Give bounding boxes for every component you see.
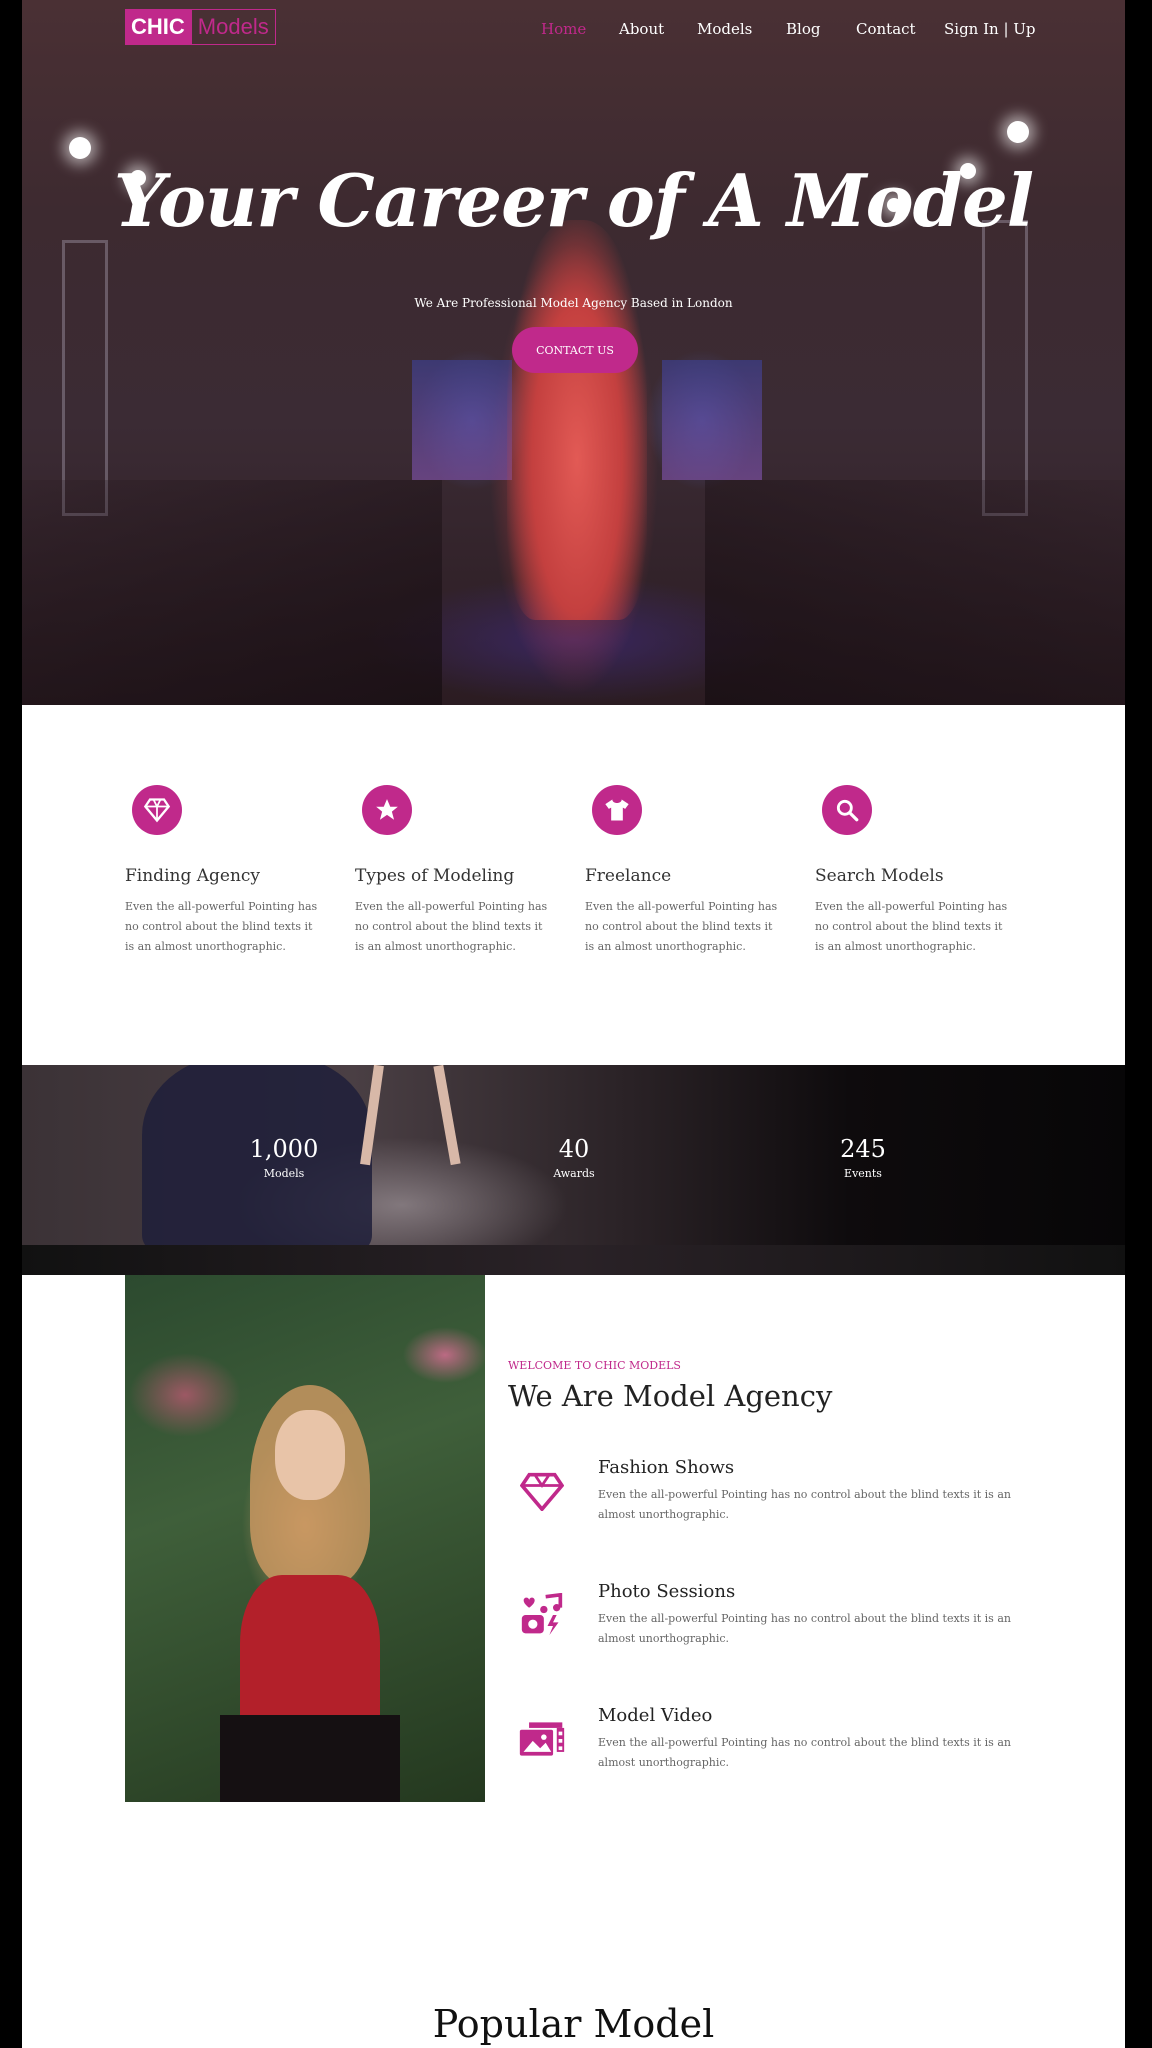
- runway-model: [507, 220, 647, 620]
- service-title: Photo Sessions: [598, 1581, 736, 1602]
- popular-model-heading: Popular Model: [432, 2002, 715, 2046]
- stage-screen: [412, 360, 512, 480]
- nav-contact[interactable]: Contact: [856, 20, 916, 38]
- stat-number: 1,000: [249, 1135, 319, 1163]
- service-text: Even the all-powerful Pointing has no co…: [598, 1612, 1011, 1645]
- stage-truss: [62, 240, 108, 516]
- site-logo[interactable]: CHIC Models: [125, 9, 276, 45]
- video-gallery-icon: [518, 1715, 566, 1763]
- about-section: WELCOME TO CHIC MODELS We Are Model Agen…: [22, 1275, 1125, 2048]
- feature-card: Search Models Even the all-powerful Poin…: [815, 785, 1015, 957]
- portrait-skirt: [220, 1715, 400, 1802]
- feature-card: Freelance Even the all-powerful Pointing…: [585, 785, 785, 957]
- stat-models: 1,000 Models: [204, 1135, 364, 1180]
- service-text: Even the all-powerful Pointing has no co…: [598, 1736, 1011, 1769]
- stage-screen: [662, 360, 762, 480]
- logo-part2: Models: [190, 9, 276, 45]
- feature-text: Even the all-powerful Pointing has no co…: [125, 900, 318, 953]
- feature-text: Even the all-powerful Pointing has no co…: [585, 900, 778, 953]
- feature-title: Finding Agency: [125, 866, 261, 886]
- about-eyebrow: WELCOME TO CHIC MODELS: [508, 1359, 681, 1372]
- feature-text: Even the all-powerful Pointing has no co…: [815, 900, 1008, 953]
- service-text: Even the all-powerful Pointing has no co…: [598, 1488, 1011, 1521]
- feature-title: Search Models: [815, 866, 944, 886]
- audience-left: [22, 480, 442, 705]
- nav-about[interactable]: About: [619, 20, 664, 38]
- stat-number: 245: [840, 1135, 886, 1163]
- stat-label: Events: [844, 1167, 882, 1180]
- diamond-icon: [518, 1467, 566, 1515]
- contact-us-button[interactable]: CONTACT US: [512, 327, 638, 373]
- service-title: Fashion Shows: [598, 1457, 735, 1478]
- stats-bottom-band: [22, 1245, 1125, 1275]
- tshirt-icon: [592, 785, 642, 835]
- runway-legs-photo: [433, 1065, 461, 1166]
- nav-models[interactable]: Models: [697, 20, 752, 38]
- features-section: Finding Agency Even the all-powerful Poi…: [22, 705, 1125, 1065]
- nav-blog[interactable]: Blog: [786, 20, 820, 38]
- feature-title: Freelance: [585, 866, 672, 886]
- stat-label: Awards: [553, 1167, 595, 1180]
- search-icon: [822, 785, 872, 835]
- star-icon: [362, 785, 412, 835]
- stat-awards: 40 Awards: [494, 1135, 654, 1180]
- logo-part1: CHIC: [125, 9, 191, 45]
- feature-card: Finding Agency Even the all-powerful Poi…: [125, 785, 325, 957]
- diamond-icon: [132, 785, 182, 835]
- hero-subtitle: We Are Professional Model Agency Based i…: [414, 296, 733, 310]
- portrait-face: [275, 1410, 345, 1500]
- stage-truss: [982, 220, 1028, 516]
- stat-events: 245 Events: [783, 1135, 943, 1180]
- audience-right: [705, 480, 1125, 705]
- hero-section: CHIC Models Home About Models Blog Conta…: [22, 0, 1125, 705]
- nav-home[interactable]: Home: [541, 20, 586, 38]
- nav-sign-in[interactable]: Sign In | Up: [944, 20, 1036, 38]
- feature-text: Even the all-powerful Pointing has no co…: [355, 900, 548, 953]
- hero-title: Your Career of A Model: [113, 158, 1034, 243]
- stage-light: [69, 137, 91, 159]
- model-portrait-photo: [125, 1275, 485, 1802]
- stats-section: 1,000 Models 40 Awards 245 Events: [22, 1065, 1125, 1275]
- service-title: Model Video: [598, 1705, 713, 1726]
- feature-title: Types of Modeling: [355, 866, 515, 886]
- stat-number: 40: [558, 1135, 590, 1163]
- about-title: We Are Model Agency: [508, 1379, 833, 1413]
- feature-card: Types of Modeling Even the all-powerful …: [355, 785, 555, 957]
- page: CHIC Models Home About Models Blog Conta…: [22, 0, 1125, 2048]
- stage-light: [1007, 121, 1029, 143]
- photo-music-icon: [518, 1591, 566, 1639]
- stat-label: Models: [263, 1167, 305, 1180]
